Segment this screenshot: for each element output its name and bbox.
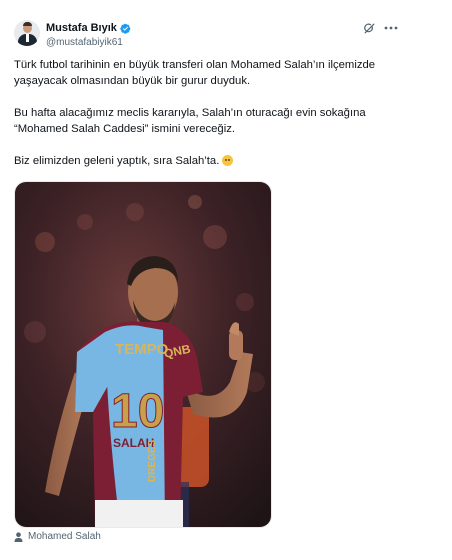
- tagged-person[interactable]: Mohamed Salah: [14, 531, 101, 542]
- jersey-number: 10: [111, 385, 164, 438]
- jersey-partner-text: TEMPO: [115, 341, 169, 358]
- author-name-row[interactable]: Mustafa Bıyık: [46, 22, 131, 34]
- tweet-text: Türk futbol tarihinin en büyük transferi…: [14, 57, 404, 169]
- smiling-face-emoji-icon: [222, 155, 234, 166]
- tweet-paragraph: Bu hafta alacağımız meclis kararıyla, Sa…: [14, 107, 366, 135]
- verified-badge-icon: [120, 23, 131, 34]
- tweet-paragraph: Türk futbol tarihinin en büyük transferi…: [14, 59, 376, 87]
- grok-icon[interactable]: [363, 22, 376, 35]
- jersey-side-text: DREGES: [147, 439, 158, 482]
- tagged-person-label[interactable]: Mohamed Salah: [28, 531, 101, 542]
- tweet-paragraph-text: Biz elimizden geleni yaptık, sıra Salah’…: [14, 155, 220, 167]
- person-icon: [14, 531, 23, 542]
- tweet-paragraph: Biz elimizden geleni yaptık, sıra Salah’…: [14, 153, 404, 169]
- author-name[interactable]: Mustafa Bıyık: [46, 22, 117, 34]
- more-icon[interactable]: [383, 21, 399, 35]
- tweet-photo[interactable]: TEMPO QNB 10 SALAH DREGES: [14, 181, 272, 528]
- avatar[interactable]: [14, 20, 40, 46]
- author-handle[interactable]: @mustafabiyik61: [46, 37, 123, 48]
